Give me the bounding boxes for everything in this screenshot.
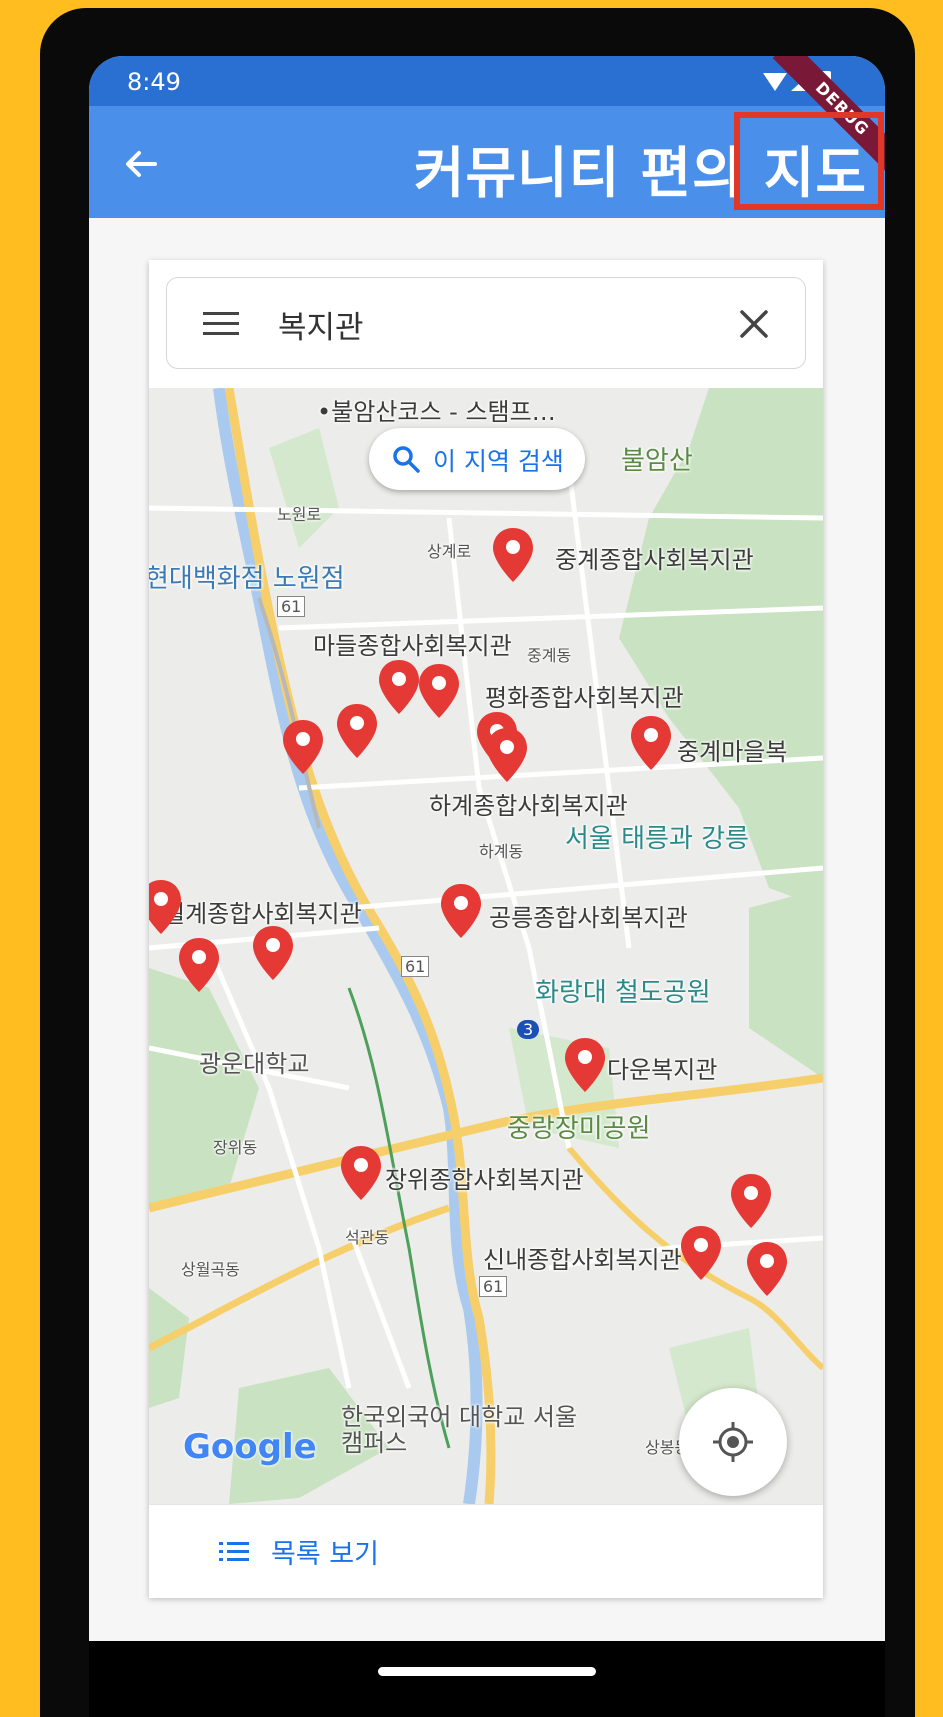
map-label-hufs: 한국외국어 대학교 서울캠퍼스 xyxy=(341,1403,578,1457)
map-pin-icon[interactable] xyxy=(251,924,295,982)
google-logo: Google xyxy=(183,1427,317,1467)
map-pin-icon[interactable] xyxy=(439,882,483,940)
map-card: 복지관 •불암산코스 - 스탬프… 불암산 노원로 현대백화점 노원점 상계로 … xyxy=(149,260,823,1598)
search-input[interactable]: 복지관 xyxy=(278,302,364,347)
back-arrow-icon[interactable] xyxy=(119,142,163,186)
place-label-sinnae[interactable]: 신내종합사회복지관 xyxy=(483,1240,682,1275)
map-label-department-store: 현대백화점 노원점 xyxy=(149,564,345,594)
map-label-nowonro: 노원로 xyxy=(277,505,322,524)
close-icon[interactable] xyxy=(738,308,770,340)
place-label-gongneung[interactable]: 공릉종합사회복지관 xyxy=(489,898,688,933)
place-label-jangwi[interactable]: 장위종합사회복지관 xyxy=(385,1160,584,1195)
map-label-road-61-c: 61 xyxy=(479,1276,508,1297)
map-label-seokgwan-dong: 석관동 xyxy=(345,1228,390,1247)
map-pin-icon[interactable] xyxy=(729,1172,773,1230)
status-bar: 8:49 xyxy=(89,56,885,106)
map-pin-icon[interactable] xyxy=(149,878,183,936)
map-label-hagye-dong: 하계동 xyxy=(479,842,524,861)
map-label-sangwolgok-dong: 상월곡동 xyxy=(181,1260,240,1279)
status-time: 8:49 xyxy=(127,68,181,96)
place-label-hagye[interactable]: 하계종합사회복지관 xyxy=(429,786,628,821)
map-label-hwarangdae: 화랑대 철도공원 xyxy=(535,978,711,1008)
map-label-road-61: 61 xyxy=(277,596,306,617)
map-pin-icon[interactable] xyxy=(629,714,673,772)
map-label-road-61-b: 61 xyxy=(401,956,430,977)
map-pin-icon[interactable] xyxy=(491,526,535,584)
search-bar[interactable]: 복지관 xyxy=(166,277,806,369)
subway-line-3-badge: 3 xyxy=(517,1020,540,1039)
search-icon xyxy=(393,446,420,473)
map-label-trail: •불암산코스 - 스탬프… xyxy=(317,398,556,426)
wifi-icon xyxy=(763,73,787,91)
map-view[interactable]: •불암산코스 - 스탬프… 불암산 노원로 현대백화점 노원점 상계로 61 중… xyxy=(149,388,823,1504)
menu-icon[interactable] xyxy=(201,308,241,340)
map-label-bulamsan: 불암산 xyxy=(621,446,693,476)
view-list-label: 목록 보기 xyxy=(271,1539,379,1570)
map-pin-icon[interactable] xyxy=(679,1224,723,1282)
map-pin-icon[interactable] xyxy=(377,658,421,716)
view-list-button[interactable]: 목록 보기 xyxy=(149,1504,823,1598)
map-pin-icon[interactable] xyxy=(281,718,325,776)
place-label-junggye-maeul[interactable]: 중계마을복 xyxy=(677,732,787,767)
map-label-kwangwoon: 광운대학교 xyxy=(199,1050,310,1078)
map-pin-icon[interactable] xyxy=(177,936,221,994)
map-label-jangwi-dong: 장위동 xyxy=(213,1138,258,1157)
home-indicator[interactable] xyxy=(378,1667,596,1676)
google-logo-text: Google xyxy=(183,1427,317,1467)
title-highlight-box xyxy=(734,112,884,210)
my-location-button[interactable] xyxy=(679,1388,787,1496)
app-screen: 8:49 커뮤니티 편의 지도 DEBUG 복지관 •불암산코스 - 스탬프… … xyxy=(89,56,885,1641)
system-nav-bar xyxy=(89,1641,885,1717)
map-pin-icon[interactable] xyxy=(339,1144,383,1202)
map-label-sanggyero: 상계로 xyxy=(427,542,472,561)
map-pin-icon[interactable] xyxy=(485,726,529,784)
map-label-taereung: 서울 태릉과 강릉 xyxy=(565,824,749,854)
my-location-icon xyxy=(713,1422,753,1462)
list-icon xyxy=(219,1542,249,1561)
place-label-junggye[interactable]: 중계종합사회복지관 xyxy=(555,540,754,575)
search-this-area-button[interactable]: 이 지역 검색 xyxy=(369,428,585,490)
place-label-daun[interactable]: 다운복지관 xyxy=(607,1050,717,1085)
map-pin-icon[interactable] xyxy=(335,702,379,760)
map-pin-icon[interactable] xyxy=(417,662,461,720)
map-pin-icon[interactable] xyxy=(745,1240,789,1298)
map-pin-icon[interactable] xyxy=(563,1036,607,1094)
search-this-area-label: 이 지역 검색 xyxy=(433,447,564,476)
place-label-madeul[interactable]: 마들종합사회복지관 xyxy=(313,626,512,661)
map-label-junggye-dong: 중계동 xyxy=(527,646,572,665)
map-label-jungnang-park: 중랑장미공원 xyxy=(507,1114,651,1144)
place-label-pyeonghwa[interactable]: 평화종합사회복지관 xyxy=(485,678,684,713)
